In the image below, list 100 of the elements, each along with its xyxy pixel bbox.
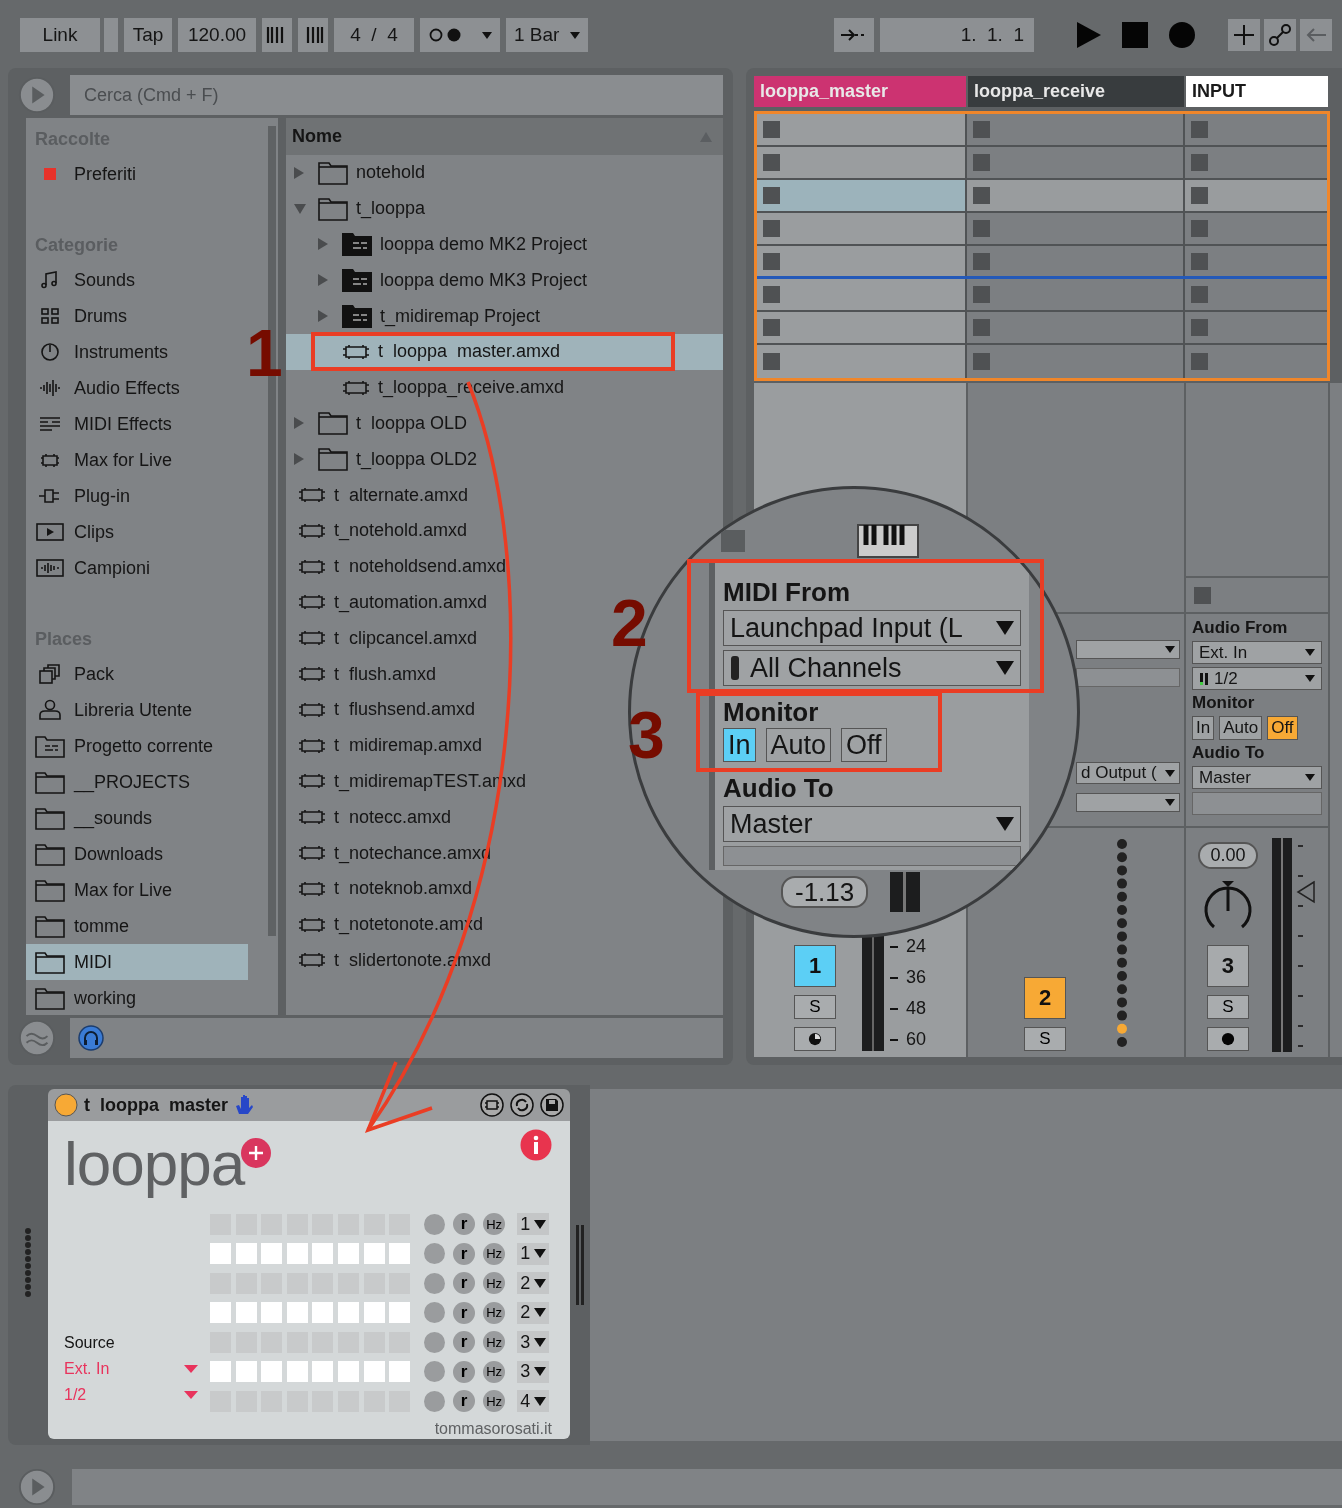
clip-slot[interactable] [967,345,1183,378]
file-row[interactable]: t clipcancel.amxd [286,620,486,657]
toggle-dot[interactable] [424,1302,446,1323]
headphones-icon[interactable] [78,1025,104,1051]
output-dropdown[interactable]: Master [723,806,1021,842]
nudge-up-icon[interactable] [298,18,328,52]
sidebar-item[interactable]: __PROJECTS [26,764,248,800]
channel-dropdown[interactable]: 1 [517,1242,550,1265]
monitor-icon[interactable] [794,1027,836,1051]
stop-button[interactable] [763,252,780,270]
pad[interactable] [286,1243,308,1264]
track-activator[interactable]: 2 [1024,977,1066,1019]
monitor-button[interactable]: Off [1267,716,1298,740]
arm-button[interactable] [1207,1027,1249,1051]
save-icon[interactable] [540,1093,564,1117]
file-row[interactable]: t_looppa OLD2 [286,441,486,478]
track-activator[interactable]: 1 [794,945,836,987]
sidebar-item[interactable]: Plug-in [26,478,248,514]
toggle-dot[interactable] [424,1272,446,1294]
sidebar-item[interactable]: MIDI [26,944,248,980]
channel-dropdown[interactable]: 2 [517,1272,550,1294]
pad[interactable] [235,1361,257,1382]
toggle-button[interactable] [104,18,118,52]
track-header[interactable]: INPUT [1186,76,1328,107]
sidebar-item[interactable]: __sounds [26,800,248,836]
sidebar-item[interactable]: Audio Effects [26,370,248,406]
rate-button[interactable]: Hz [483,1272,506,1294]
rate-button[interactable]: Hz [483,1331,506,1353]
input-dropdown[interactable]: Ext. In [1192,641,1322,664]
file-row[interactable]: notehold [286,155,434,191]
scrollbar[interactable] [1330,383,1342,1057]
solo-button[interactable]: S [1024,1027,1066,1051]
clip-slot[interactable] [757,312,965,343]
pad[interactable] [235,1243,257,1264]
record-icon[interactable] [1168,21,1196,49]
channel-dropdown[interactable]: 1/2 [64,1386,210,1404]
expand-arrow[interactable] [294,417,304,430]
expand-arrow[interactable] [318,310,328,323]
toggle-dot[interactable] [424,1361,446,1382]
pad[interactable] [389,1361,411,1382]
play-circle-icon[interactable] [18,76,56,114]
sidebar-item[interactable]: Clips [26,514,248,550]
time-signature[interactable]: 4 / 4 [334,18,414,52]
file-row[interactable]: t_looppa [286,190,434,227]
play-circle-icon[interactable] [18,1467,56,1506]
clip-slot[interactable] [757,180,965,211]
reset-button[interactable]: r [453,1390,476,1412]
reset-button[interactable]: r [453,1301,476,1324]
stop-button[interactable] [973,252,990,270]
channel-dropdown[interactable]: 3 [517,1360,550,1383]
clip-slot[interactable] [967,147,1183,178]
track-header[interactable]: looppa_receive [968,76,1184,107]
monitor-button[interactable]: Auto [765,728,832,762]
stop-button[interactable] [1194,586,1211,604]
channel-dropdown[interactable]: 4 [517,1390,550,1412]
monitor-button[interactable]: In [723,728,756,762]
source-dropdown[interactable]: Ext. In [64,1360,210,1378]
clip-slot[interactable] [967,246,1183,276]
device-on-toggle[interactable] [54,1093,78,1117]
column-header[interactable]: Nome [286,118,723,155]
sidebar-item[interactable]: MIDI Effects [26,406,248,442]
reset-button[interactable]: r [453,1213,476,1235]
sidebar-item[interactable]: Progetto corrente [26,728,248,764]
expand-arrow[interactable] [318,274,328,287]
waves-circle-icon[interactable] [18,1019,56,1057]
pad[interactable] [261,1302,283,1323]
channel-dropdown[interactable]: 1 [517,1213,550,1235]
pad[interactable] [286,1302,308,1323]
pad[interactable] [337,1302,359,1323]
pad[interactable] [210,1302,231,1323]
sidebar-item[interactable]: Libreria Utente [26,692,248,728]
clip-slot[interactable] [1185,114,1327,145]
pad[interactable] [312,1361,334,1382]
metronome-dropdown[interactable] [420,18,500,52]
quantization-dropdown[interactable]: 1 Bar [506,18,588,52]
tempo-field[interactable]: 120.00 [178,18,256,52]
device-edit-icon[interactable] [480,1093,504,1117]
pad[interactable] [210,1361,231,1382]
monitor-button[interactable]: Off [841,728,887,762]
pad[interactable] [210,1243,231,1264]
monitor-button[interactable]: Auto [1219,716,1263,740]
clip-slot[interactable] [967,213,1183,244]
output-dropdown[interactable]: d Output ( [1076,762,1180,784]
clip-slot[interactable] [1185,246,1327,276]
toggle-dot[interactable] [424,1390,446,1412]
pad[interactable] [363,1302,385,1323]
pad[interactable] [389,1243,411,1264]
track-header[interactable]: looppa_master [754,76,966,107]
file-row[interactable]: t_automation.amxd [286,584,496,621]
solo-button[interactable]: S [794,995,836,1019]
clip-slot[interactable] [1185,279,1327,310]
sends-field[interactable] [1192,792,1322,815]
info-icon[interactable] [520,1129,552,1161]
file-row[interactable]: t noteholdsend.amxd [286,548,515,585]
reset-button[interactable]: r [453,1331,476,1353]
clip-slot[interactable] [967,114,1183,145]
monitor-button[interactable]: In [1192,716,1215,740]
pad[interactable] [235,1302,257,1323]
pad[interactable] [312,1302,334,1323]
clip-slot[interactable] [1185,312,1327,343]
